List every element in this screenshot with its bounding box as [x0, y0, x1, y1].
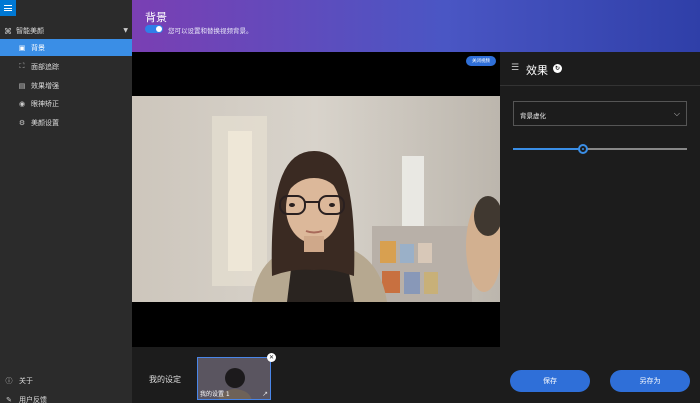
edit-icon[interactable]: ↗ — [262, 390, 268, 398]
info-icon: ⓘ — [5, 377, 13, 385]
page-header: 背景 您可以设置和替换视频背景。 — [132, 0, 700, 52]
preset-section-label: 我的设定 — [149, 375, 181, 384]
nav-group-label: 智能美颜 — [16, 27, 44, 35]
sidebar-item-label: 关于 — [19, 377, 33, 385]
save-button[interactable]: 保存 — [510, 370, 590, 392]
sidebar-item-eye-correction[interactable]: ◉ 眼神矫正 — [0, 95, 132, 112]
background-toggle[interactable] — [145, 25, 163, 33]
close-icon[interactable]: ✕ — [267, 353, 276, 362]
sidebar-item-face-tracking[interactable]: ⛶ 面部追踪 — [0, 58, 132, 75]
sidebar-item-label: 背景 — [31, 43, 45, 52]
sidebar-item-about[interactable]: ⓘ 关于 — [0, 374, 132, 388]
eye-icon: ◉ — [18, 99, 26, 108]
effect-panel: ☰ 效果 ↻ 背景虚化 ⌵ 保存 另存为 — [500, 52, 700, 403]
save-as-button[interactable]: 另存为 — [610, 370, 690, 392]
sidebar-item-enhance[interactable]: ▤ 效果增强 — [0, 77, 132, 94]
sidebar-item-label: 眼神矫正 — [31, 99, 59, 108]
slider-thumb[interactable] — [578, 144, 588, 154]
sidebar: ⌘ 智能美颜 ▼ ▣ 背景 ⛶ 面部追踪 ▤ 效果增强 ◉ 眼神矫正 ⚙ 美颜设… — [0, 0, 132, 403]
face-tracking-icon: ⛶ — [19, 62, 25, 70]
camera-image — [132, 96, 500, 302]
effect-dropdown[interactable]: 背景虚化 ⌵ — [513, 101, 687, 126]
preset-strip: 我的设定 我的设置 1 ↗ ✕ — [132, 347, 500, 403]
effect-dropdown-value: 背景虚化 — [520, 112, 546, 120]
enhance-icon: ▤ — [18, 81, 26, 90]
settings-icon: ⚙ — [18, 118, 26, 127]
menu-button[interactable] — [0, 0, 16, 16]
feedback-icon: ✎ — [6, 396, 12, 403]
panel-title: 效果 — [526, 64, 548, 77]
refresh-icon[interactable]: ↻ — [553, 64, 562, 73]
camera-feed — [132, 96, 500, 302]
chevron-down-icon: ⌵ — [673, 109, 680, 118]
background-icon: ▣ — [18, 43, 26, 52]
hamburger-icon — [4, 5, 12, 11]
sidebar-item-background[interactable]: ▣ 背景 — [0, 39, 132, 56]
sidebar-item-label: 美颜设置 — [31, 118, 59, 127]
chevron-down-icon: ▼ — [123, 27, 128, 34]
sidebar-item-feedback[interactable]: ✎ 用户反馈 — [0, 393, 132, 403]
preset-name: 我的设置 1 — [200, 391, 230, 398]
sidebar-item-label: 效果增强 — [31, 81, 59, 90]
page-description: 您可以设置和替换视频背景。 — [168, 27, 253, 35]
sidebar-item-label: 用户反馈 — [19, 396, 47, 403]
nav-group-beauty[interactable]: ⌘ 智能美颜 ▼ — [0, 24, 132, 38]
app-window: ⌘ 智能美颜 ▼ ▣ 背景 ⛶ 面部追踪 ▤ 效果增强 ◉ 眼神矫正 ⚙ 美颜设… — [0, 0, 700, 403]
panel-header: ☰ 效果 ↻ — [500, 52, 700, 86]
preset-card[interactable]: 我的设置 1 ↗ — [197, 357, 271, 400]
palette-icon: ⌘ — [4, 26, 12, 36]
close-video-button[interactable]: 关闭视频 — [466, 56, 496, 66]
sidebar-item-beauty-settings[interactable]: ⚙ 美颜设置 — [0, 114, 132, 131]
blur-strength-slider[interactable] — [513, 144, 687, 154]
video-preview: 关闭视频 — [132, 52, 500, 347]
slider-fill — [513, 148, 583, 150]
page-title: 背景 — [145, 11, 167, 24]
sidebar-item-label: 面部追踪 — [31, 62, 59, 71]
sliders-icon: ☰ — [511, 63, 520, 73]
